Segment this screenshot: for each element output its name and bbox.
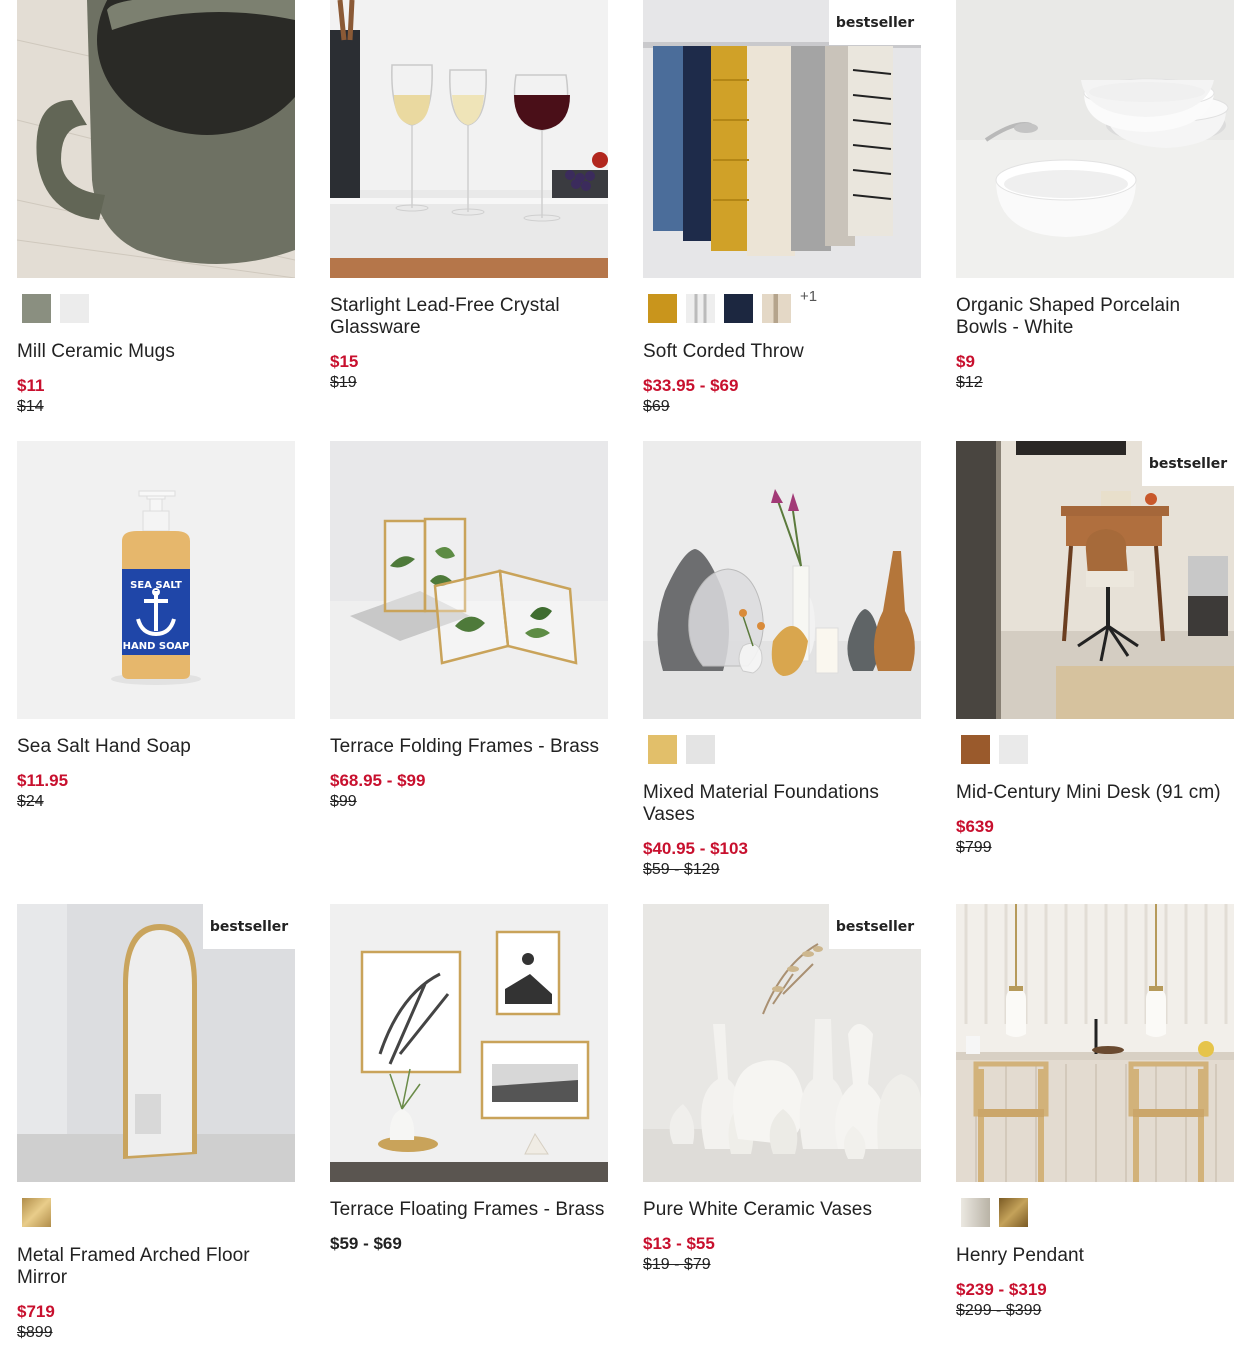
product-card[interactable]: bestseller Mid-Century Mini Desk (91 cm)… xyxy=(956,441,1234,904)
original-price: $12 xyxy=(956,374,983,391)
sale-price: $68.95 - $99 xyxy=(330,771,426,790)
original-price: $14 xyxy=(17,398,44,415)
product-image[interactable]: bestseller xyxy=(643,904,921,1182)
product-name[interactable]: Soft Corded Throw xyxy=(643,341,921,363)
original-price: $24 xyxy=(17,793,44,810)
product-card[interactable]: Terrace Floating Frames - Brass $59 - $6… xyxy=(330,904,608,1346)
color-swatches xyxy=(17,294,295,324)
sale-price: $15 xyxy=(330,352,359,371)
product-name[interactable]: Henry Pendant xyxy=(956,1245,1234,1267)
swatch[interactable] xyxy=(961,735,990,764)
product-card[interactable]: Mill Ceramic Mugs $11 $14 xyxy=(17,0,295,441)
swatch[interactable] xyxy=(22,294,51,323)
more-swatches-link[interactable]: +1 xyxy=(800,288,817,305)
sale-price: $9 xyxy=(956,352,975,371)
product-card[interactable]: bestseller Pure White Ceramic Vases $13 … xyxy=(643,904,921,1346)
product-name[interactable]: Metal Framed Arched Floor Mirror xyxy=(17,1245,295,1289)
sale-price: $11.95 xyxy=(17,771,69,790)
bestseller-badge: bestseller xyxy=(203,904,295,949)
original-price: $299 - $399 xyxy=(956,1302,1042,1319)
product-image[interactable] xyxy=(17,0,295,278)
swatch[interactable] xyxy=(762,294,791,323)
price: $59 - $69 xyxy=(330,1234,402,1253)
product-card[interactable]: SEA SALT HAND SOAP Sea Salt Hand Soap $1… xyxy=(17,441,295,904)
original-price: $69 xyxy=(643,398,670,415)
product-name[interactable]: Pure White Ceramic Vases xyxy=(643,1199,921,1221)
product-name[interactable]: Sea Salt Hand Soap xyxy=(17,736,295,758)
product-card[interactable]: Terrace Folding Frames - Brass $68.95 - … xyxy=(330,441,608,904)
color-swatches: +1 xyxy=(643,288,921,324)
swatch[interactable] xyxy=(648,735,677,764)
product-image[interactable] xyxy=(330,441,608,719)
swatch[interactable] xyxy=(686,294,715,323)
swatch[interactable] xyxy=(648,294,677,323)
sale-price: $13 - $55 xyxy=(643,1234,715,1253)
original-price: $99 xyxy=(330,793,357,810)
sale-price: $11 xyxy=(17,376,45,395)
sale-price: $33.95 - $69 xyxy=(643,376,739,395)
product-name[interactable]: Mid-Century Mini Desk (91 cm) xyxy=(956,782,1234,804)
color-swatches xyxy=(956,1198,1234,1228)
swatch[interactable] xyxy=(999,1198,1028,1227)
color-swatches xyxy=(17,1198,295,1228)
product-image[interactable] xyxy=(956,0,1234,278)
swatch[interactable] xyxy=(961,1198,990,1227)
product-card[interactable]: bestseller Metal Framed Arched Floor Mir… xyxy=(17,904,295,1346)
original-price: $19 xyxy=(330,374,357,391)
swatch[interactable] xyxy=(22,1198,51,1227)
original-price: $19 - $79 xyxy=(643,1256,711,1273)
product-card[interactable]: bestseller +1 Soft Corded Throw $33.95 -… xyxy=(643,0,921,441)
product-image[interactable] xyxy=(330,0,608,278)
original-price: $799 xyxy=(956,839,992,856)
bestseller-badge: bestseller xyxy=(829,0,921,45)
swatch[interactable] xyxy=(60,294,89,323)
soap-label-bottom: HAND SOAP xyxy=(123,641,190,652)
product-image[interactable]: bestseller xyxy=(956,441,1234,719)
product-card[interactable]: Henry Pendant $239 - $319 $299 - $399 xyxy=(956,904,1234,1346)
product-card[interactable]: Starlight Lead-Free Crystal Glassware $1… xyxy=(330,0,608,441)
sale-price: $239 - $319 xyxy=(956,1280,1047,1299)
original-price: $899 xyxy=(17,1324,53,1341)
product-image[interactable] xyxy=(956,904,1234,1182)
product-grid: Mill Ceramic Mugs $11 $14 Starlight Lead… xyxy=(0,0,1250,1346)
product-name[interactable]: Organic Shaped Porcelain Bowls - White xyxy=(956,295,1234,339)
product-name[interactable]: Terrace Floating Frames - Brass xyxy=(330,1199,608,1221)
color-swatches xyxy=(643,735,921,765)
product-image[interactable]: bestseller xyxy=(17,904,295,1182)
product-name[interactable]: Starlight Lead-Free Crystal Glassware xyxy=(330,295,608,339)
product-card[interactable]: Mixed Material Foundations Vases $40.95 … xyxy=(643,441,921,904)
product-name[interactable]: Mill Ceramic Mugs xyxy=(17,341,295,363)
swatch[interactable] xyxy=(999,735,1028,764)
product-name[interactable]: Terrace Folding Frames - Brass xyxy=(330,736,608,758)
product-card[interactable]: Organic Shaped Porcelain Bowls - White $… xyxy=(956,0,1234,441)
swatch[interactable] xyxy=(724,294,753,323)
swatch[interactable] xyxy=(686,735,715,764)
bestseller-badge: bestseller xyxy=(829,904,921,949)
sale-price: $40.95 - $103 xyxy=(643,839,748,858)
sale-price: $639 xyxy=(956,817,994,836)
bestseller-badge: bestseller xyxy=(1142,441,1234,486)
product-image[interactable]: bestseller xyxy=(643,0,921,278)
product-image[interactable]: SEA SALT HAND SOAP xyxy=(17,441,295,719)
product-name[interactable]: Mixed Material Foundations Vases xyxy=(643,782,921,826)
sale-price: $719 xyxy=(17,1302,55,1321)
product-image[interactable] xyxy=(643,441,921,719)
original-price: $59 - $129 xyxy=(643,861,720,878)
product-image[interactable] xyxy=(330,904,608,1182)
color-swatches xyxy=(956,735,1234,765)
